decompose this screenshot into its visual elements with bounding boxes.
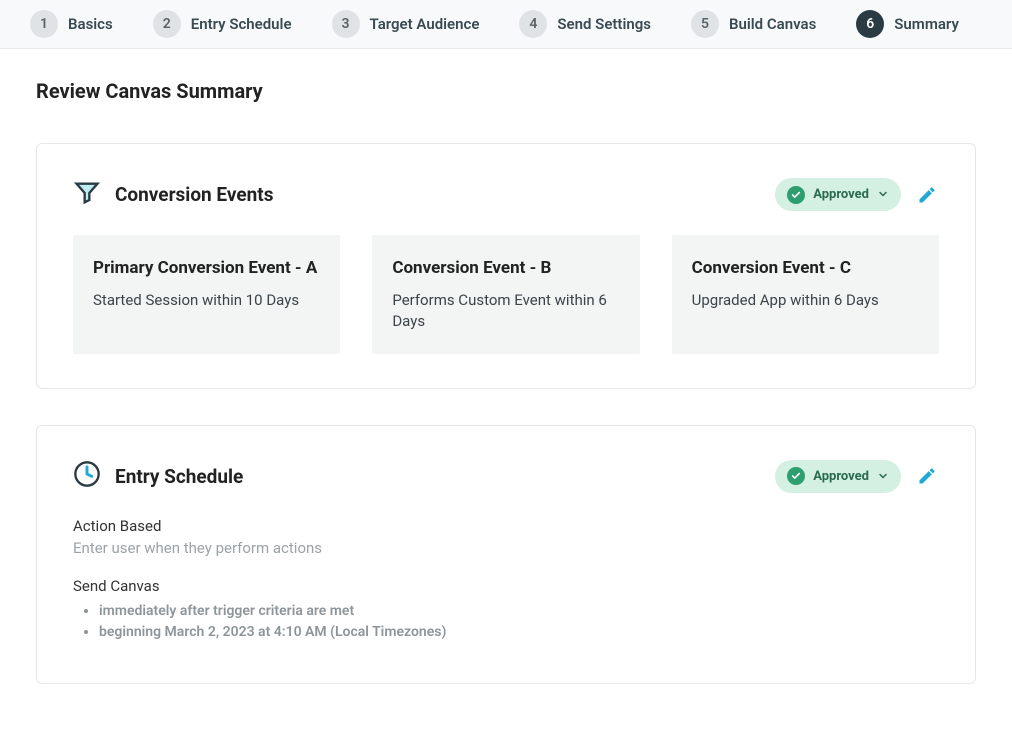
list-item: beginning March 2, 2023 at 4:10 AM (Loca… [99, 622, 939, 643]
step-number: 2 [153, 10, 181, 38]
step-label: Basics [68, 15, 113, 33]
schedule-type: Action Based Enter user when they perfor… [73, 517, 939, 557]
clock-icon [73, 460, 101, 492]
schedule-type-desc: Enter user when they perform actions [73, 539, 939, 557]
step-target-audience[interactable]: 3 Target Audience [332, 10, 480, 38]
check-icon [787, 186, 805, 204]
list-item: immediately after trigger criteria are m… [99, 601, 939, 622]
badge-text: Approved [813, 187, 869, 202]
card-header: Entry Schedule Approved [73, 460, 939, 493]
card-header: Conversion Events Approved [73, 178, 939, 211]
approved-badge[interactable]: Approved [775, 460, 901, 493]
approved-badge[interactable]: Approved [775, 178, 901, 211]
event-tile-c: Conversion Event - C Upgraded App within… [672, 235, 939, 354]
event-title: Conversion Event - B [392, 257, 619, 280]
event-desc: Started Session within 10 Days [93, 290, 320, 311]
send-canvas-bullets: immediately after trigger criteria are m… [73, 601, 939, 643]
wizard-stepper: 1 Basics 2 Entry Schedule 3 Target Audie… [0, 0, 1012, 49]
step-label: Build Canvas [729, 15, 816, 33]
event-tile-a: Primary Conversion Event - A Started Ses… [73, 235, 340, 354]
step-label: Entry Schedule [191, 15, 292, 33]
step-send-settings[interactable]: 4 Send Settings [519, 10, 651, 38]
page-title: Review Canvas Summary [36, 79, 976, 103]
main-content: Review Canvas Summary Conversion Events … [0, 49, 1012, 750]
step-label: Send Settings [557, 15, 651, 33]
card-title-wrap: Entry Schedule [73, 460, 243, 492]
event-title: Primary Conversion Event - A [93, 257, 320, 280]
event-desc: Performs Custom Event within 6 Days [392, 290, 619, 332]
events-grid: Primary Conversion Event - A Started Ses… [73, 235, 939, 354]
step-number: 4 [519, 10, 547, 38]
chevron-down-icon [877, 185, 889, 204]
step-label: Summary [894, 15, 959, 33]
send-canvas-block: Send Canvas immediately after trigger cr… [73, 577, 939, 643]
card-actions: Approved [775, 178, 939, 211]
schedule-type-label: Action Based [73, 517, 939, 535]
card-title: Entry Schedule [115, 465, 243, 488]
funnel-icon [73, 179, 101, 211]
send-canvas-label: Send Canvas [73, 577, 939, 595]
conversion-events-card: Conversion Events Approved [36, 143, 976, 389]
step-number: 1 [30, 10, 58, 38]
card-title-wrap: Conversion Events [73, 179, 273, 211]
chevron-down-icon [877, 467, 889, 486]
entry-schedule-card: Entry Schedule Approved Action Based [36, 425, 976, 684]
step-number: 3 [332, 10, 360, 38]
edit-button[interactable] [915, 464, 939, 488]
step-label: Target Audience [370, 15, 480, 33]
step-entry-schedule[interactable]: 2 Entry Schedule [153, 10, 292, 38]
badge-text: Approved [813, 469, 869, 484]
event-tile-b: Conversion Event - B Performs Custom Eve… [372, 235, 639, 354]
check-icon [787, 467, 805, 485]
card-title: Conversion Events [115, 183, 273, 206]
step-summary[interactable]: 6 Summary [856, 10, 959, 38]
step-number: 6 [856, 10, 884, 38]
step-build-canvas[interactable]: 5 Build Canvas [691, 10, 816, 38]
step-basics[interactable]: 1 Basics [30, 10, 113, 38]
card-actions: Approved [775, 460, 939, 493]
event-title: Conversion Event - C [692, 257, 919, 280]
event-desc: Upgraded App within 6 Days [692, 290, 919, 311]
edit-button[interactable] [915, 183, 939, 207]
step-number: 5 [691, 10, 719, 38]
